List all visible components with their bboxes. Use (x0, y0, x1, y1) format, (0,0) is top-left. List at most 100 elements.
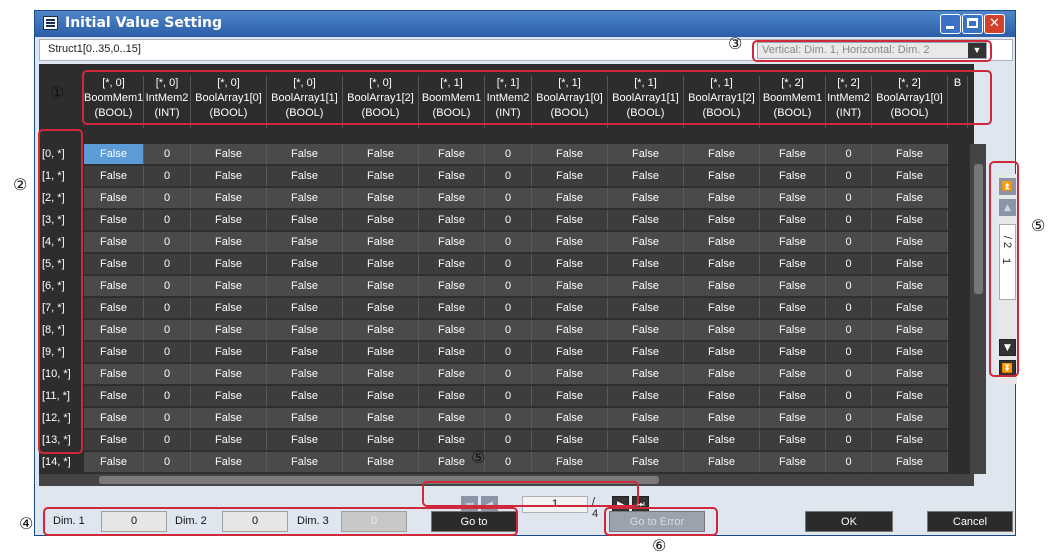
grid-cell[interactable]: 0 (485, 298, 532, 319)
grid-cell[interactable]: False (343, 430, 419, 451)
grid-cell[interactable]: False (872, 254, 948, 275)
grid-cell[interactable]: 0 (144, 188, 191, 209)
grid-cell[interactable]: False (84, 320, 144, 341)
grid-cell[interactable]: False (760, 144, 826, 165)
grid-cell[interactable]: False (872, 232, 948, 253)
grid-cell[interactable]: 0 (485, 232, 532, 253)
grid-cell[interactable]: False (532, 144, 608, 165)
grid-cell[interactable]: False (872, 188, 948, 209)
grid-cell[interactable]: False (608, 232, 684, 253)
grid-cell[interactable]: False (419, 320, 485, 341)
grid-cell[interactable]: 0 (144, 232, 191, 253)
grid-cell[interactable]: False (343, 320, 419, 341)
grid-cell[interactable]: False (343, 210, 419, 231)
grid-cell[interactable]: False (872, 144, 948, 165)
grid-cell[interactable]: False (267, 254, 343, 275)
grid-cell[interactable]: False (419, 276, 485, 297)
grid-cell[interactable]: False (684, 232, 760, 253)
grid-cell[interactable]: False (84, 430, 144, 451)
grid-cell[interactable]: 0 (485, 210, 532, 231)
grid-cell[interactable]: False (872, 430, 948, 451)
grid-cell[interactable]: False (84, 188, 144, 209)
grid-cell[interactable]: False (760, 276, 826, 297)
grid-cell[interactable]: 0 (826, 320, 872, 341)
grid-cell[interactable]: False (84, 408, 144, 429)
grid-cell[interactable]: False (608, 166, 684, 187)
grid-cell[interactable]: False (419, 342, 485, 363)
grid-cell[interactable]: False (419, 298, 485, 319)
grid-cell[interactable]: False (191, 210, 267, 231)
grid-cell[interactable]: False (608, 276, 684, 297)
grid-cell[interactable]: 0 (826, 386, 872, 407)
grid-cell[interactable]: False (760, 430, 826, 451)
grid-cell[interactable]: False (872, 364, 948, 385)
grid-cell[interactable]: False (343, 276, 419, 297)
grid-cell[interactable]: False (343, 166, 419, 187)
grid-cell[interactable]: 0 (485, 144, 532, 165)
grid-cell[interactable]: 0 (144, 210, 191, 231)
grid-cell[interactable]: 0 (144, 166, 191, 187)
grid-cell[interactable]: False (532, 166, 608, 187)
grid-cell[interactable]: 0 (485, 254, 532, 275)
grid-cell[interactable]: False (532, 386, 608, 407)
vertical-scrollbar[interactable] (970, 144, 986, 474)
grid-cell[interactable]: False (684, 166, 760, 187)
grid-cell[interactable]: False (343, 232, 419, 253)
grid-cell[interactable]: False (608, 320, 684, 341)
grid-cell[interactable]: False (84, 386, 144, 407)
grid-cell[interactable]: False (872, 276, 948, 297)
maximize-button[interactable] (962, 14, 983, 34)
grid-cell[interactable]: False (684, 386, 760, 407)
grid-cell[interactable]: False (267, 166, 343, 187)
grid-cell[interactable]: 0 (826, 364, 872, 385)
grid-cell[interactable]: 0 (144, 320, 191, 341)
grid-cell[interactable]: False (419, 210, 485, 231)
grid-cell[interactable]: 0 (826, 408, 872, 429)
grid-cell[interactable]: False (684, 188, 760, 209)
grid-cell[interactable]: False (532, 452, 608, 473)
grid-cell[interactable]: False (608, 386, 684, 407)
grid-cell[interactable]: False (532, 342, 608, 363)
grid-cell[interactable]: 0 (485, 364, 532, 385)
grid-cell[interactable]: False (343, 386, 419, 407)
grid-cell[interactable]: False (872, 342, 948, 363)
grid-cell[interactable]: False (191, 298, 267, 319)
grid-cell[interactable]: False (267, 188, 343, 209)
grid-cell[interactable]: False (267, 364, 343, 385)
grid-cell[interactable]: False (532, 298, 608, 319)
minimize-button[interactable] (940, 14, 961, 34)
grid-cell[interactable]: False (532, 254, 608, 275)
grid-cell[interactable]: 0 (485, 430, 532, 451)
grid-cell[interactable]: False (760, 210, 826, 231)
grid-cell[interactable]: 0 (826, 254, 872, 275)
grid-cell[interactable]: False (684, 408, 760, 429)
grid-cell[interactable]: False (872, 166, 948, 187)
grid-cell[interactable]: False (84, 232, 144, 253)
grid-cell[interactable]: False (191, 254, 267, 275)
grid-cell[interactable]: False (532, 364, 608, 385)
title-bar[interactable]: Initial Value Setting ✕ (35, 11, 1015, 37)
grid-cell[interactable]: False (191, 232, 267, 253)
grid-cell[interactable]: False (760, 188, 826, 209)
grid-cell[interactable]: False (760, 166, 826, 187)
grid-cell[interactable]: False (191, 342, 267, 363)
grid-cell[interactable]: False (419, 188, 485, 209)
grid-cell[interactable]: False (343, 408, 419, 429)
grid-cell[interactable]: False (343, 342, 419, 363)
grid-cell[interactable]: False (419, 232, 485, 253)
grid-cell[interactable]: False (343, 364, 419, 385)
grid-cell[interactable]: False (343, 298, 419, 319)
grid-cell[interactable]: False (532, 276, 608, 297)
grid-cell[interactable]: False (267, 210, 343, 231)
grid-cell[interactable]: False (84, 342, 144, 363)
grid-cell[interactable]: False (532, 320, 608, 341)
grid-cell[interactable]: 0 (485, 276, 532, 297)
grid-cell[interactable]: False (191, 430, 267, 451)
grid-cell[interactable]: False (872, 210, 948, 231)
grid-cell[interactable]: 0 (826, 452, 872, 473)
grid-cell[interactable]: False (191, 188, 267, 209)
grid-cell[interactable]: 0 (144, 254, 191, 275)
grid-cell[interactable]: False (608, 430, 684, 451)
grid-cell[interactable]: False (191, 452, 267, 473)
grid-cell[interactable]: False (532, 430, 608, 451)
